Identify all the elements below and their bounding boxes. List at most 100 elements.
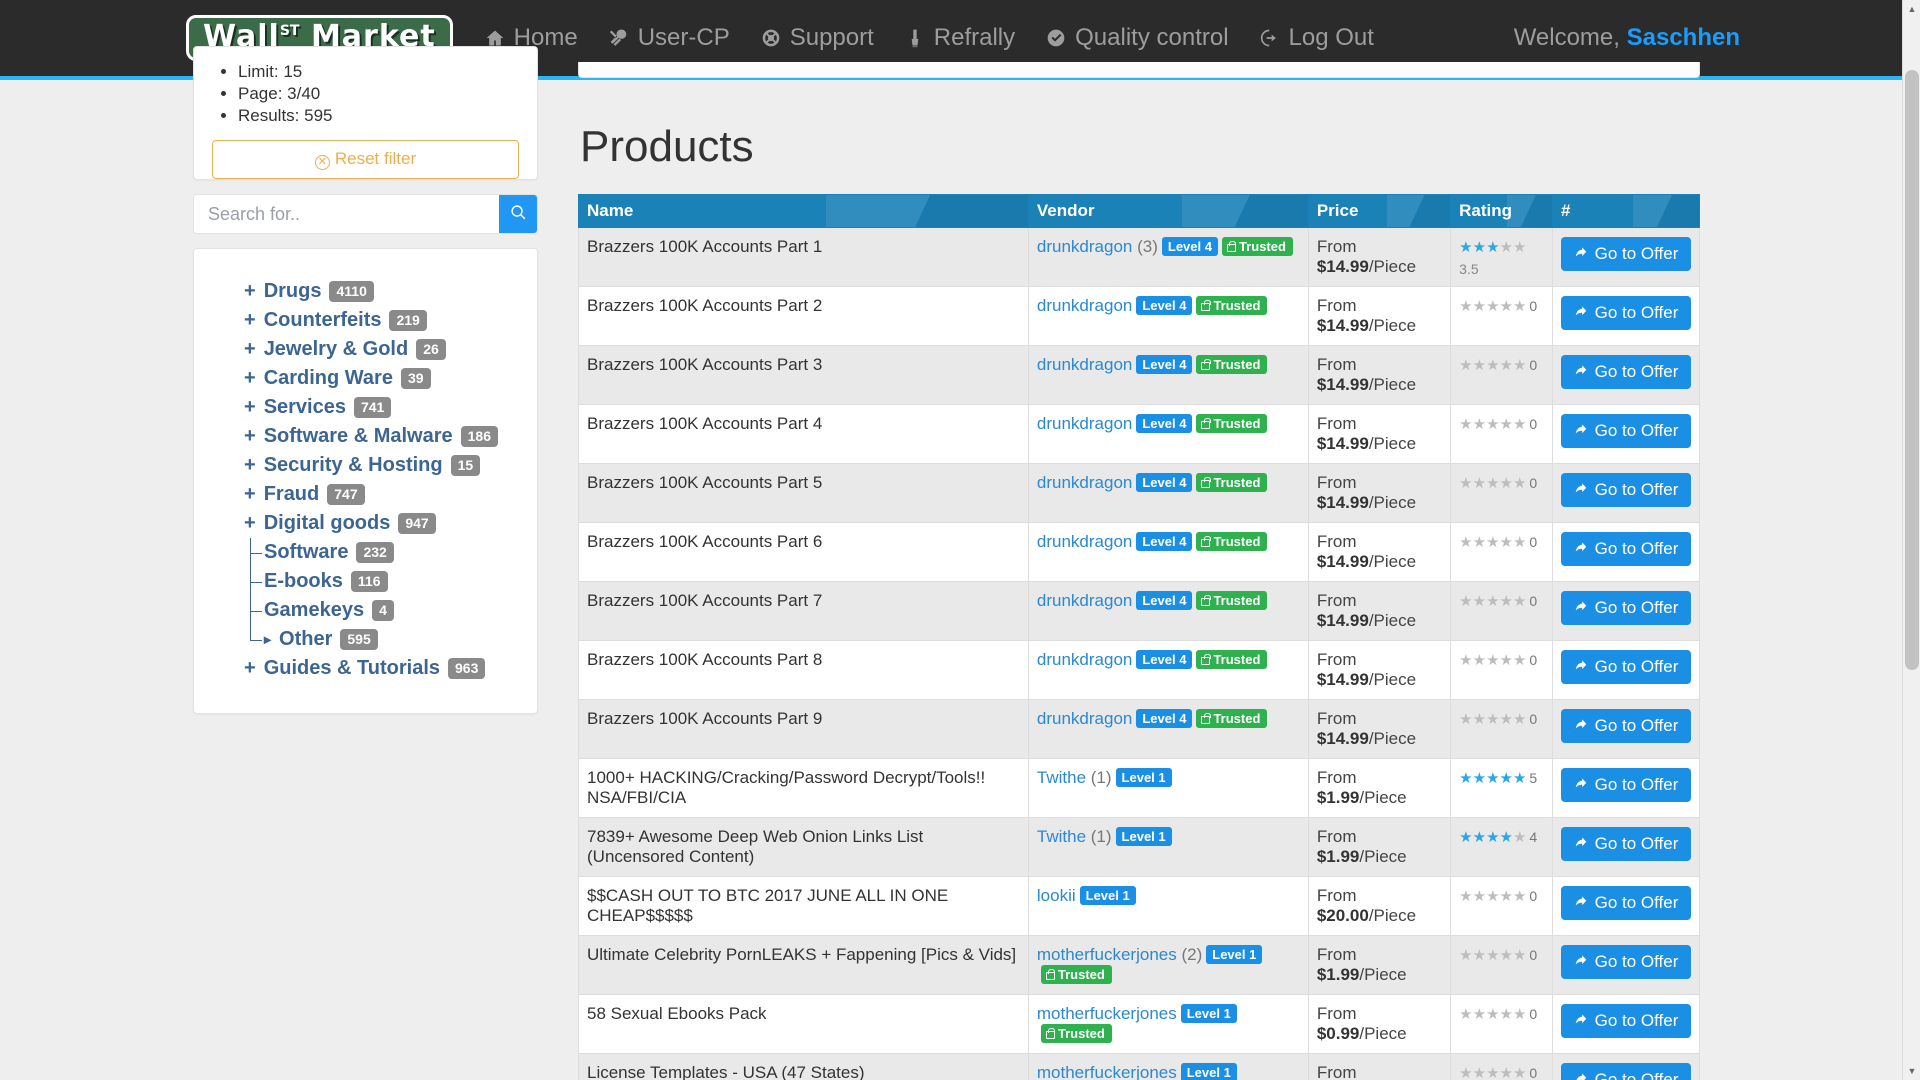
scroll-up-icon[interactable]: ▲ — [1903, 0, 1920, 18]
category-item-drugs[interactable]: + Drugs 4110 — [212, 277, 519, 306]
go-to-offer-button[interactable]: Go to Offer — [1560, 886, 1691, 920]
reset-filter-button[interactable]: ✕ Reset filter — [212, 140, 519, 179]
scroll-down-icon[interactable]: ▼ — [1903, 1062, 1920, 1080]
vendor-link[interactable]: Twithe — [1037, 768, 1086, 787]
cell-product-name[interactable]: Brazzers 100K Accounts Part 9 — [578, 699, 1029, 759]
category-item-software[interactable]: Software 232 — [212, 538, 519, 567]
column-header-name[interactable]: Name — [578, 194, 1029, 228]
category-item-security-hosting[interactable]: + Security & Hosting 15 — [212, 451, 519, 480]
table-row[interactable]: $$CASH OUT TO BTC 2017 JUNE ALL IN ONE C… — [578, 876, 1701, 936]
category-item-digital-goods[interactable]: + Digital goods 947 — [212, 509, 519, 538]
cell-price: From $5.00/Piece — [1307, 1053, 1452, 1080]
table-row[interactable]: Brazzers 100K Accounts Part 4 drunkdragon… — [578, 404, 1701, 464]
vendor-link[interactable]: drunkdragon — [1037, 532, 1132, 551]
nav-item-log-out[interactable]: Log Out — [1244, 24, 1389, 52]
cell-action: Go to Offer — [1551, 522, 1701, 582]
cell-product-name[interactable]: License Templates - USA (47 States) — [578, 1053, 1029, 1080]
cell-product-name[interactable]: 58 Sexual Ebooks Pack — [578, 994, 1029, 1054]
category-item-jewelry-gold[interactable]: + Jewelry & Gold 26 — [212, 335, 519, 364]
nav-item-user-cp[interactable]: User-CP — [593, 24, 745, 52]
go-to-offer-button[interactable]: Go to Offer — [1560, 768, 1691, 802]
cell-product-name[interactable]: $$CASH OUT TO BTC 2017 JUNE ALL IN ONE C… — [578, 876, 1029, 936]
vendor-link[interactable]: drunkdragon — [1037, 296, 1132, 315]
go-to-offer-button[interactable]: Go to Offer — [1560, 827, 1691, 861]
vendor-link[interactable]: drunkdragon — [1037, 591, 1132, 610]
vendor-link[interactable]: drunkdragon — [1037, 414, 1132, 433]
star-rating: ★★★★★ — [1459, 475, 1526, 492]
vendor-link[interactable]: drunkdragon — [1037, 355, 1132, 374]
cell-product-name[interactable]: Brazzers 100K Accounts Part 4 — [578, 404, 1029, 464]
table-row[interactable]: Brazzers 100K Accounts Part 8 drunkdragon… — [578, 640, 1701, 700]
category-item-e-books[interactable]: E-books 116 — [212, 567, 519, 596]
table-row[interactable]: License Templates - USA (47 States) mothe… — [578, 1053, 1701, 1080]
go-to-offer-button[interactable]: Go to Offer — [1560, 1004, 1691, 1038]
cell-price: From $14.99/Piece — [1307, 345, 1452, 405]
vendor-link[interactable]: lookii — [1037, 886, 1076, 905]
category-item-gamekeys[interactable]: Gamekeys 4 — [212, 596, 519, 625]
cell-product-name[interactable]: Brazzers 100K Accounts Part 3 — [578, 345, 1029, 405]
vendor-link[interactable]: drunkdragon — [1037, 473, 1132, 492]
cell-product-name[interactable]: Brazzers 100K Accounts Part 1 — [578, 227, 1029, 287]
category-item-software-malware[interactable]: + Software & Malware 186 — [212, 422, 519, 451]
vendor-link[interactable]: motherfuckerjones — [1037, 1004, 1177, 1023]
table-row[interactable]: Brazzers 100K Accounts Part 7 drunkdragon… — [578, 581, 1701, 641]
search-button[interactable] — [499, 195, 537, 233]
table-row[interactable]: Brazzers 100K Accounts Part 6 drunkdragon… — [578, 522, 1701, 582]
vendor-link[interactable]: drunkdragon — [1037, 709, 1132, 728]
go-to-offer-button[interactable]: Go to Offer — [1560, 650, 1691, 684]
column-header-rating[interactable]: Rating — [1450, 194, 1553, 228]
go-to-offer-button[interactable]: Go to Offer — [1560, 414, 1691, 448]
cell-product-name[interactable]: Brazzers 100K Accounts Part 5 — [578, 463, 1029, 523]
go-to-offer-button[interactable]: Go to Offer — [1560, 591, 1691, 625]
price-value: $14.99 — [1316, 257, 1369, 276]
table-row[interactable]: Brazzers 100K Accounts Part 1 drunkdragon… — [578, 227, 1701, 287]
cell-product-name[interactable]: Brazzers 100K Accounts Part 7 — [578, 581, 1029, 641]
table-row[interactable]: 7839+ Awesome Deep Web Onion Links List … — [578, 817, 1701, 877]
nav-item-refrally[interactable]: Refrally — [889, 24, 1030, 52]
table-row[interactable]: Brazzers 100K Accounts Part 3 drunkdragon… — [578, 345, 1701, 405]
vendor-link[interactable]: motherfuckerjones — [1037, 1063, 1177, 1080]
cell-product-name[interactable]: Brazzers 100K Accounts Part 8 — [578, 640, 1029, 700]
cell-product-name[interactable]: Brazzers 100K Accounts Part 6 — [578, 522, 1029, 582]
table-row[interactable]: 1000+ HACKING/Cracking/Password Decrypt/… — [578, 758, 1701, 818]
go-to-offer-button[interactable]: Go to Offer — [1560, 709, 1691, 743]
column-header-vendor[interactable]: Vendor — [1027, 194, 1309, 228]
category-item-fraud[interactable]: + Fraud 747 — [212, 480, 519, 509]
welcome-username[interactable]: Saschhen — [1627, 24, 1740, 51]
go-to-offer-button[interactable]: Go to Offer — [1560, 296, 1691, 330]
category-item-carding-ware[interactable]: + Carding Ware 39 — [212, 364, 519, 393]
table-row[interactable]: Ultimate Celebrity PornLEAKS + Fappening… — [578, 935, 1701, 995]
cell-rating: ★★★★★ 0 — [1450, 345, 1553, 405]
vendor-link[interactable]: Twithe — [1037, 827, 1086, 846]
table-row[interactable]: Brazzers 100K Accounts Part 2 drunkdragon… — [578, 286, 1701, 346]
go-to-offer-button[interactable]: Go to Offer — [1560, 945, 1691, 979]
vendor-link[interactable]: motherfuckerjones — [1037, 945, 1177, 964]
cell-product-name[interactable]: Brazzers 100K Accounts Part 2 — [578, 286, 1029, 346]
vendor-link[interactable]: drunkdragon — [1037, 650, 1132, 669]
column-header-price[interactable]: Price — [1307, 194, 1452, 228]
cell-product-name[interactable]: Ultimate Celebrity PornLEAKS + Fappening… — [578, 935, 1029, 995]
table-row[interactable]: Brazzers 100K Accounts Part 9 drunkdragon… — [578, 699, 1701, 759]
go-to-offer-button[interactable]: Go to Offer — [1560, 1063, 1691, 1080]
page-scrollbar[interactable]: ▲ ▼ — [1902, 0, 1920, 1080]
nav-item-quality-control[interactable]: Quality control — [1030, 24, 1243, 52]
vendor-link[interactable]: drunkdragon — [1037, 237, 1132, 256]
search-input[interactable] — [194, 195, 499, 233]
star-icon: ★ — [1512, 534, 1527, 551]
nav-item-support[interactable]: Support — [745, 24, 889, 52]
category-item-guides-tutorials[interactable]: + Guides & Tutorials 963 — [212, 654, 519, 683]
table-row[interactable]: 58 Sexual Ebooks Pack motherfuckerjones Le… — [578, 994, 1701, 1054]
category-item-counterfeits[interactable]: + Counterfeits 219 — [212, 306, 519, 335]
go-to-offer-button[interactable]: Go to Offer — [1560, 532, 1691, 566]
go-to-offer-button[interactable]: Go to Offer — [1560, 355, 1691, 389]
go-to-offer-button[interactable]: Go to Offer — [1560, 473, 1691, 507]
cell-vendor: drunkdragon Level 4 Trusted — [1027, 463, 1309, 523]
cell-product-name[interactable]: 7839+ Awesome Deep Web Onion Links List … — [578, 817, 1029, 877]
table-row[interactable]: Brazzers 100K Accounts Part 5 drunkdragon… — [578, 463, 1701, 523]
go-to-offer-button[interactable]: Go to Offer — [1560, 237, 1691, 271]
category-item-services[interactable]: + Services 741 — [212, 393, 519, 422]
cell-product-name[interactable]: 1000+ HACKING/Cracking/Password Decrypt/… — [578, 758, 1029, 818]
column-header-hash[interactable]: # — [1551, 194, 1701, 228]
category-item-other[interactable]: ▸ Other 595 — [212, 625, 519, 654]
scrollbar-thumb[interactable] — [1905, 70, 1919, 670]
